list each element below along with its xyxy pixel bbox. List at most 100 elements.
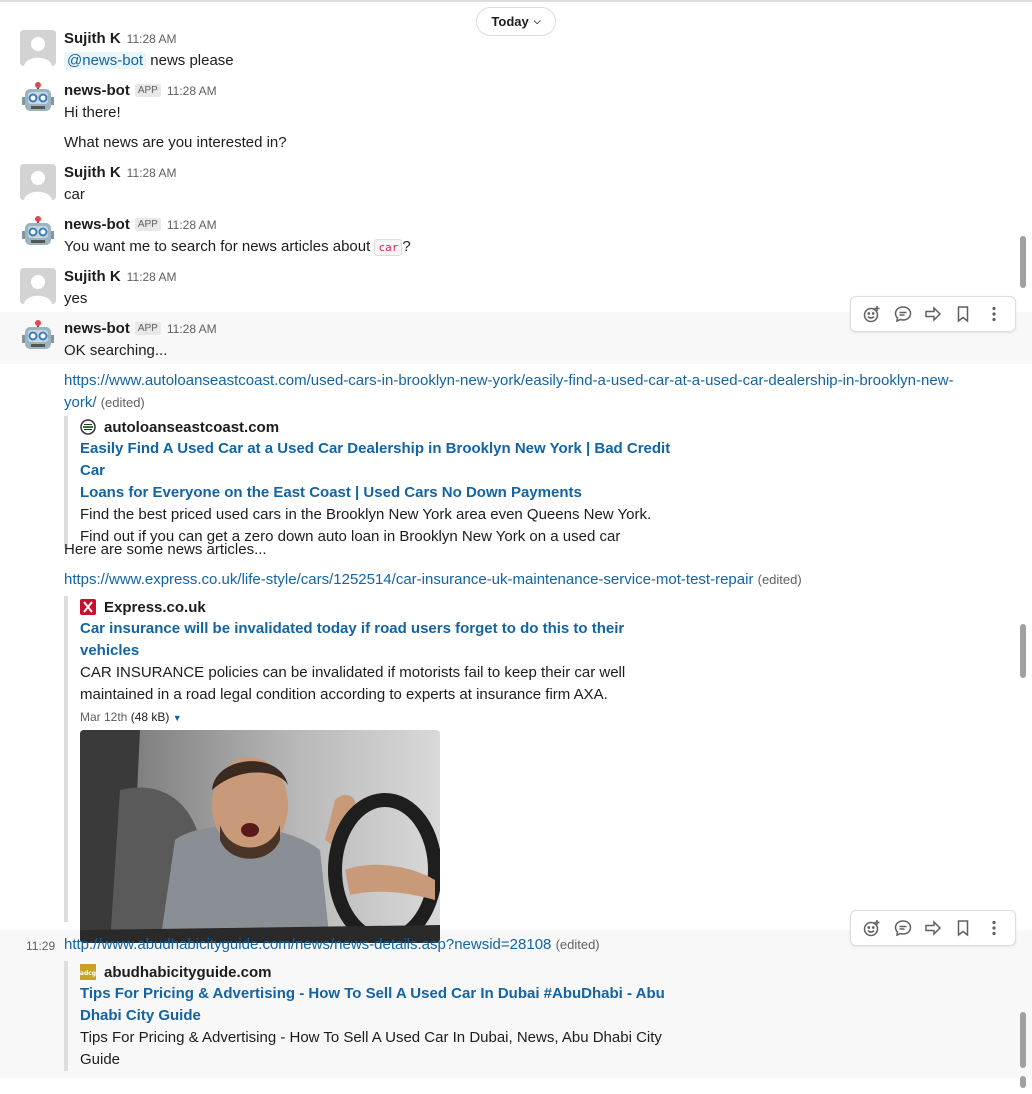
author-label[interactable]: news-bot bbox=[64, 320, 130, 337]
preview-desc-line: Guide bbox=[80, 1051, 121, 1068]
preview-title-line[interactable]: Tips For Pricing & Advertising - How To … bbox=[80, 983, 684, 1005]
timestamp[interactable]: 11:28 AM bbox=[167, 218, 217, 232]
message-body: ? bbox=[402, 238, 411, 255]
author-label[interactable]: Sujith K bbox=[64, 164, 121, 181]
link-message: https://www.autoloanseastcoast.com/used-… bbox=[64, 370, 954, 414]
author-label[interactable]: Sujith K bbox=[64, 30, 121, 47]
message-text: yes bbox=[64, 290, 88, 307]
timestamp[interactable]: 11:28 AM bbox=[127, 166, 177, 180]
scrollbar-thumb[interactable] bbox=[1020, 624, 1026, 678]
message-body: You want me to search for news articles … bbox=[64, 238, 375, 255]
share-icon[interactable] bbox=[919, 914, 947, 942]
reply-thread-icon[interactable] bbox=[889, 300, 917, 328]
site-favicon-icon: adcg bbox=[80, 964, 96, 980]
hover-timestamp[interactable]: 11:29 bbox=[26, 939, 55, 953]
preview-title-line[interactable]: Dhabi City Guide bbox=[80, 1005, 684, 1027]
preview-desc-line: Find the best priced used cars in the Br… bbox=[80, 506, 652, 523]
caret-down-icon[interactable]: ▼ bbox=[173, 713, 182, 723]
bookmark-icon[interactable] bbox=[949, 300, 977, 328]
url-link[interactable]: https://www.autoloanseastcoast.com/used-… bbox=[64, 372, 954, 389]
preview-site: Express.co.uk bbox=[80, 596, 664, 618]
preview-title-line[interactable]: Loans for Everyone on the East Coast | U… bbox=[80, 482, 684, 504]
message-actions-toolbar bbox=[850, 910, 1016, 946]
scrollbar-thumb[interactable] bbox=[1020, 1012, 1026, 1068]
avatar[interactable] bbox=[20, 164, 56, 200]
scrollbar-thumb[interactable] bbox=[1020, 1076, 1026, 1088]
link-preview: Express.co.uk Car insurance will be inva… bbox=[64, 596, 664, 943]
author-name[interactable]: Sujith K 11:28 AM bbox=[64, 164, 176, 181]
message-text: @news-bot news please bbox=[64, 52, 234, 69]
share-icon[interactable] bbox=[919, 300, 947, 328]
timestamp[interactable]: 11:28 AM bbox=[127, 270, 177, 284]
more-actions-icon[interactable] bbox=[980, 914, 1008, 942]
url-link[interactable]: https://www.express.co.uk/life-style/car… bbox=[64, 571, 753, 588]
user-avatar-icon bbox=[20, 164, 56, 200]
message-text: You want me to search for news articles … bbox=[64, 238, 411, 256]
add-reaction-icon[interactable] bbox=[858, 300, 886, 328]
message-text: OK searching... bbox=[64, 342, 168, 359]
edited-label: (edited) bbox=[100, 395, 145, 410]
url-link[interactable]: york/ bbox=[64, 394, 97, 411]
timestamp[interactable]: 11:28 AM bbox=[127, 32, 177, 46]
link-message: http://www.abudhabicityguide.com/news/ne… bbox=[64, 936, 600, 953]
avatar[interactable] bbox=[20, 216, 56, 252]
scrollbar-thumb[interactable] bbox=[1020, 236, 1026, 288]
url-link[interactable]: http://www.abudhabicityguide.com/news/ne… bbox=[64, 936, 551, 953]
author-label[interactable]: news-bot bbox=[64, 82, 130, 99]
top-divider bbox=[0, 0, 1032, 2]
chevron-down-icon: ⌵ bbox=[533, 16, 541, 26]
preview-title[interactable]: Car insurance will be invalidated today … bbox=[80, 618, 664, 662]
preview-title[interactable]: Tips For Pricing & Advertising - How To … bbox=[80, 983, 684, 1027]
user-avatar-icon bbox=[20, 268, 56, 304]
user-avatar-icon bbox=[20, 30, 56, 66]
message-text: Here are some news articles... bbox=[64, 541, 267, 558]
preview-description: CAR INSURANCE policies can be invalidate… bbox=[80, 662, 664, 706]
author-name[interactable]: news-bot APP 11:28 AM bbox=[64, 82, 217, 99]
day-divider-button[interactable]: Today ⌵ bbox=[476, 7, 556, 36]
user-mention[interactable]: @news-bot bbox=[64, 52, 147, 69]
robot-avatar-icon bbox=[22, 320, 54, 349]
robot-avatar-icon bbox=[22, 82, 54, 111]
preview-title-line[interactable]: Easily Find A Used Car at a Used Car Dea… bbox=[80, 438, 684, 482]
avatar[interactable] bbox=[20, 82, 56, 118]
bookmark-icon[interactable] bbox=[949, 914, 977, 942]
preview-size: (48 kB) bbox=[130, 710, 170, 724]
edited-label: (edited) bbox=[555, 937, 600, 952]
timestamp[interactable]: 11:28 AM bbox=[167, 84, 217, 98]
app-badge: APP bbox=[134, 218, 161, 231]
author-name[interactable]: news-bot APP 11:28 AM bbox=[64, 216, 217, 233]
avatar[interactable] bbox=[20, 30, 56, 66]
timestamp[interactable]: 11:28 AM bbox=[167, 322, 217, 336]
preview-site: adcg abudhabicityguide.com bbox=[80, 961, 684, 983]
author-label[interactable]: news-bot bbox=[64, 216, 130, 233]
reply-thread-icon[interactable] bbox=[889, 914, 917, 942]
site-name: Express.co.uk bbox=[104, 598, 206, 616]
site-favicon-icon bbox=[80, 599, 96, 615]
preview-description: Tips For Pricing & Advertising - How To … bbox=[80, 1027, 684, 1071]
edited-label: (edited) bbox=[757, 572, 802, 587]
preview-desc-line: Tips For Pricing & Advertising - How To … bbox=[80, 1029, 662, 1046]
author-name[interactable]: news-bot APP 11:28 AM bbox=[64, 320, 217, 337]
favicon-text: adcg bbox=[80, 970, 96, 977]
message-body: news please bbox=[150, 52, 234, 69]
author-name[interactable]: Sujith K 11:28 AM bbox=[64, 30, 176, 47]
robot-avatar-icon bbox=[22, 216, 54, 245]
preview-desc-line: maintained in a road legal condition acc… bbox=[80, 686, 608, 703]
preview-site: autoloanseastcoast.com bbox=[80, 416, 684, 438]
add-reaction-icon[interactable] bbox=[858, 914, 886, 942]
app-badge: APP bbox=[134, 84, 161, 97]
message-text: car bbox=[64, 186, 85, 203]
angry-driver-photo bbox=[80, 730, 440, 943]
preview-title[interactable]: Easily Find A Used Car at a Used Car Dea… bbox=[80, 438, 684, 504]
app-badge: APP bbox=[134, 322, 161, 335]
site-name: abudhabicityguide.com bbox=[104, 963, 272, 981]
message-actions-toolbar bbox=[850, 296, 1016, 332]
author-label[interactable]: Sujith K bbox=[64, 268, 121, 285]
avatar[interactable] bbox=[20, 268, 56, 304]
more-actions-icon[interactable] bbox=[980, 300, 1008, 328]
site-name: autoloanseastcoast.com bbox=[104, 418, 280, 436]
inline-code: car bbox=[374, 239, 403, 256]
preview-image[interactable] bbox=[80, 730, 440, 943]
author-name[interactable]: Sujith K 11:28 AM bbox=[64, 268, 176, 285]
avatar[interactable] bbox=[20, 320, 56, 356]
